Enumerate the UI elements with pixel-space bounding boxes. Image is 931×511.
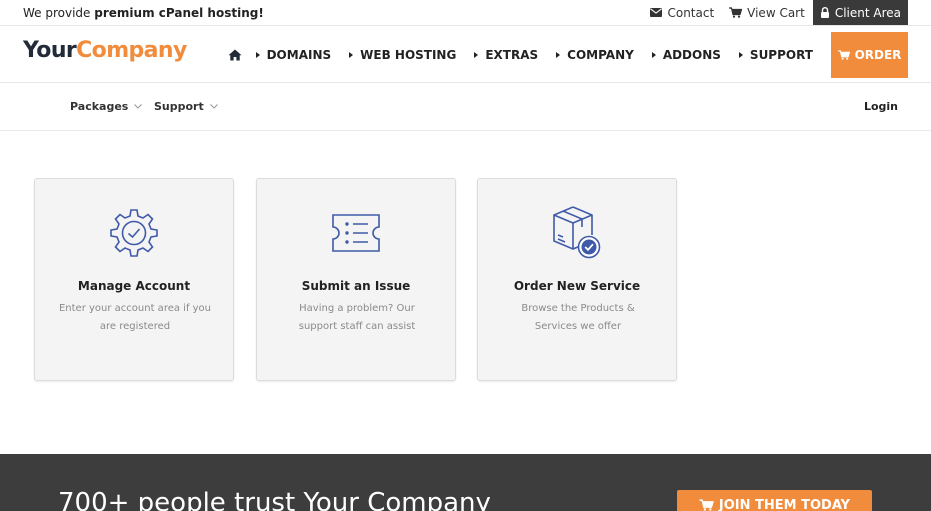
tagline-bold: premium cPanel hosting! (94, 6, 264, 20)
packages-dropdown[interactable]: Packages (70, 100, 143, 113)
view-cart-label: View Cart (747, 5, 805, 20)
packages-label: Packages (70, 100, 129, 113)
top-links: Contact View Cart Client Area (635, 0, 908, 25)
nav-domains[interactable]: DOMAINS (255, 47, 332, 62)
nav-web-hosting-label: WEB HOSTING (360, 47, 457, 62)
envelope-icon (650, 8, 663, 17)
caret-right-icon (556, 51, 561, 58)
nav-extras[interactable]: EXTRAS (474, 48, 538, 62)
chevron-down-icon (134, 104, 143, 109)
submit-issue-card[interactable]: Submit an Issue Having a problem? Our su… (256, 178, 456, 381)
card-description: Enter your account area if you are regis… (58, 303, 212, 332)
icon-wrap (257, 205, 455, 261)
home-icon (228, 49, 242, 60)
caret-right-icon (255, 51, 260, 58)
contact-label: Contact (667, 5, 715, 20)
company-logo[interactable]: YourCompany (23, 38, 187, 63)
tagline: We provide premium cPanel hosting! (23, 6, 264, 20)
trust-banner: 700+ people trust Your Company JOIN THEM… (0, 454, 931, 511)
nav-web-hosting[interactable]: WEB HOSTING (349, 48, 456, 62)
logo-part2: Company (76, 38, 187, 63)
client-area-label: Client Area (834, 5, 901, 20)
view-cart-link[interactable]: View Cart (729, 6, 805, 20)
support-dropdown[interactable]: Support (154, 100, 218, 113)
nav-support-label: SUPPORT (749, 47, 813, 62)
ticket-icon (332, 214, 380, 252)
card-description: Having a problem? Our support staff can … (298, 303, 416, 332)
caret-right-icon (474, 51, 479, 58)
lock-icon (820, 7, 829, 18)
cart-icon (729, 7, 743, 18)
nav-support[interactable]: SUPPORT (738, 47, 813, 62)
box-check-icon (553, 206, 601, 259)
header: YourCompany DOMAINS WEB HOSTING EXTRAS C… (0, 26, 931, 83)
order-label: ORDER (854, 47, 902, 62)
card-title: Submit an Issue (301, 279, 411, 293)
nav-extras-label: EXTRAS (485, 47, 539, 62)
card-title: Order New Service (513, 279, 641, 293)
tagline-prefix: We provide (23, 6, 91, 20)
card-title: Manage Account (77, 279, 191, 293)
login-link[interactable]: Login (864, 100, 898, 113)
caret-right-icon (738, 51, 743, 58)
gear-check-icon (110, 209, 158, 257)
join-button[interactable]: JOIN THEM TODAY (677, 490, 872, 511)
logo-part1: Your (23, 38, 77, 63)
top-bar: We provide premium cPanel hosting! Conta… (0, 0, 931, 26)
cart-icon (837, 49, 850, 60)
nav-addons[interactable]: ADDONS (651, 47, 721, 62)
manage-account-card[interactable]: Manage Account Enter your account area i… (34, 178, 234, 381)
nav-domains-label: DOMAINS (266, 47, 332, 62)
card-description: Browse the Products & Services we offer (521, 303, 635, 332)
caret-right-icon (349, 51, 354, 58)
nav-addons-label: ADDONS (662, 47, 721, 62)
icon-wrap (35, 205, 233, 261)
chevron-down-icon (209, 104, 218, 109)
icon-wrap (478, 205, 676, 261)
support-label: Support (154, 100, 204, 113)
join-label: JOIN THEM TODAY (718, 498, 851, 511)
home-button[interactable] (228, 49, 242, 61)
contact-link[interactable]: Contact (650, 6, 714, 20)
nav-company-label: COMPANY (567, 47, 634, 62)
trust-headline: 700+ people trust Your Company (58, 488, 491, 511)
cart-icon (699, 499, 714, 511)
main-nav: DOMAINS WEB HOSTING EXTRAS COMPANY ADDON… (228, 26, 908, 83)
caret-right-icon (651, 51, 656, 58)
secondary-nav: Packages Support Login (0, 83, 931, 131)
order-button[interactable]: ORDER (831, 31, 908, 78)
nav-company[interactable]: COMPANY (556, 48, 634, 62)
client-area-button[interactable]: Client Area (812, 0, 908, 25)
order-new-service-card[interactable]: Order New Service Browse the Products & … (477, 178, 677, 381)
